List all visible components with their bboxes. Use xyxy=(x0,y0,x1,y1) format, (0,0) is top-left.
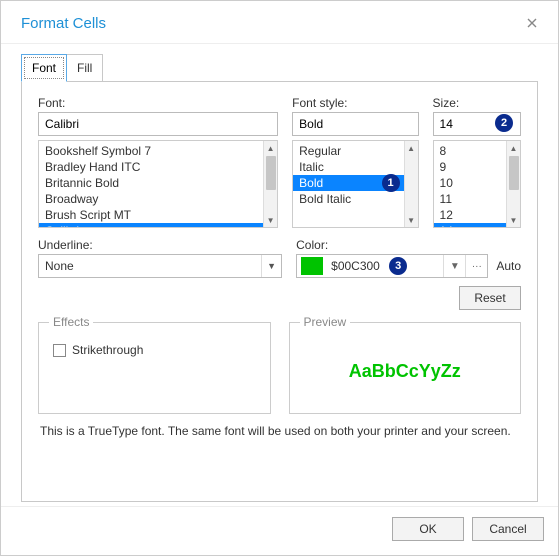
scroll-down-icon[interactable]: ▼ xyxy=(405,213,418,227)
underline-label: Underline: xyxy=(38,238,282,252)
scroll-up-icon[interactable]: ▲ xyxy=(405,141,418,155)
font-item[interactable]: Broadway xyxy=(39,191,263,207)
color-label: Color: xyxy=(296,238,521,252)
color-picker[interactable]: $00C300 3 ▼ ··· xyxy=(296,254,488,278)
size-item[interactable]: 9 xyxy=(434,159,506,175)
reset-row: Reset xyxy=(38,286,521,310)
dialog-content: Font Fill Font: Bookshelf Symbol 7 Bradl… xyxy=(1,44,558,506)
tab-font[interactable]: Font xyxy=(21,54,67,82)
strikethrough-label: Strikethrough xyxy=(72,343,143,357)
fontstyle-label: Font style: xyxy=(292,96,418,110)
size-item-selected[interactable]: 14 xyxy=(434,223,506,227)
font-item[interactable]: Britannic Bold xyxy=(39,175,263,191)
color-col: Color: $00C300 3 ▼ ··· Auto xyxy=(296,238,521,278)
font-item-selected[interactable]: Calibri xyxy=(39,223,263,227)
style-scrollbar[interactable]: ▲ ▼ xyxy=(404,141,418,227)
font-panel: Font: Bookshelf Symbol 7 Bradley Hand IT… xyxy=(21,81,538,502)
scroll-down-icon[interactable]: ▼ xyxy=(264,213,277,227)
color-value: $00C300 xyxy=(327,259,443,273)
font-item[interactable]: Brush Script MT xyxy=(39,207,263,223)
preview-title: Preview xyxy=(300,315,351,329)
dialog-footer: OK Cancel xyxy=(1,506,558,555)
size-list-items: 8 9 10 11 12 14 xyxy=(434,141,506,227)
scroll-thumb[interactable] xyxy=(509,156,519,190)
font-list-items: Bookshelf Symbol 7 Bradley Hand ITC Brit… xyxy=(39,141,263,227)
underline-col: Underline: None ▼ xyxy=(38,238,282,278)
font-scrollbar[interactable]: ▲ ▼ xyxy=(263,141,277,227)
color-swatch xyxy=(301,257,323,275)
groupbox-row: Effects Strikethrough Preview AaBbCcYyZz xyxy=(38,322,521,414)
size-input[interactable] xyxy=(433,112,521,136)
fontstyle-list[interactable]: Regular Italic Bold 1 Bold Italic ▲ ▼ xyxy=(292,140,418,228)
ok-button[interactable]: OK xyxy=(392,517,464,541)
effects-group: Effects Strikethrough xyxy=(38,322,271,414)
size-list[interactable]: 8 9 10 11 12 14 ▲ ▼ xyxy=(433,140,521,228)
font-col: Font: Bookshelf Symbol 7 Bradley Hand IT… xyxy=(38,96,278,228)
font-item[interactable]: Bradley Hand ITC xyxy=(39,159,263,175)
top-row: Font: Bookshelf Symbol 7 Bradley Hand IT… xyxy=(38,96,521,228)
size-scrollbar[interactable]: ▲ ▼ xyxy=(506,141,520,227)
style-item-selected[interactable]: Bold 1 xyxy=(293,175,403,191)
style-item-label: Bold xyxy=(299,176,323,190)
scroll-down-icon[interactable]: ▼ xyxy=(507,213,520,227)
style-item[interactable]: Regular xyxy=(293,143,403,159)
chevron-down-icon[interactable]: ▼ xyxy=(443,255,465,277)
footnote: This is a TrueType font. The same font w… xyxy=(38,414,521,442)
size-item[interactable]: 8 xyxy=(434,143,506,159)
size-item[interactable]: 11 xyxy=(434,191,506,207)
cancel-button[interactable]: Cancel xyxy=(472,517,544,541)
font-item[interactable]: Bookshelf Symbol 7 xyxy=(39,143,263,159)
style-item[interactable]: Bold Italic xyxy=(293,191,403,207)
size-col: Size: 2 8 9 10 11 12 14 xyxy=(433,96,521,228)
preview-text: AaBbCcYyZz xyxy=(304,343,507,399)
font-label: Font: xyxy=(38,96,278,110)
reset-button[interactable]: Reset xyxy=(459,286,521,310)
checkbox-box xyxy=(53,344,66,357)
fontstyle-list-items: Regular Italic Bold 1 Bold Italic xyxy=(293,141,403,227)
scroll-up-icon[interactable]: ▲ xyxy=(264,141,277,155)
font-input[interactable] xyxy=(38,112,278,136)
titlebar: Format Cells xyxy=(1,1,558,44)
underline-dropdown[interactable]: None ▼ xyxy=(38,254,282,278)
font-list[interactable]: Bookshelf Symbol 7 Bradley Hand ITC Brit… xyxy=(38,140,278,228)
format-cells-dialog: Format Cells Font Fill Font: Bookshelf S… xyxy=(0,0,559,556)
tab-strip: Font Fill xyxy=(21,54,538,82)
fontstyle-col: Font style: Regular Italic Bold 1 Bold It… xyxy=(292,96,418,228)
color-more-button[interactable]: ··· xyxy=(465,255,487,277)
tab-fill[interactable]: Fill xyxy=(66,54,103,82)
preview-group: Preview AaBbCcYyZz xyxy=(289,322,522,414)
size-item[interactable]: 12 xyxy=(434,207,506,223)
style-item[interactable]: Italic xyxy=(293,159,403,175)
fontstyle-input[interactable] xyxy=(292,112,418,136)
size-item[interactable]: 10 xyxy=(434,175,506,191)
close-button[interactable] xyxy=(520,11,544,35)
dialog-title: Format Cells xyxy=(21,15,106,32)
close-icon xyxy=(527,18,537,28)
annotation-1: 1 xyxy=(382,174,400,192)
scroll-up-icon[interactable]: ▲ xyxy=(507,141,520,155)
strikethrough-checkbox[interactable]: Strikethrough xyxy=(53,343,256,357)
underline-value: None xyxy=(39,259,261,273)
chevron-down-icon: ▼ xyxy=(261,255,281,277)
mid-row: Underline: None ▼ Color: $00C300 3 ▼ xyxy=(38,238,521,278)
color-auto-button[interactable]: Auto xyxy=(496,259,521,273)
effects-title: Effects xyxy=(49,315,93,329)
size-label: Size: xyxy=(433,96,521,110)
scroll-thumb[interactable] xyxy=(266,156,276,190)
